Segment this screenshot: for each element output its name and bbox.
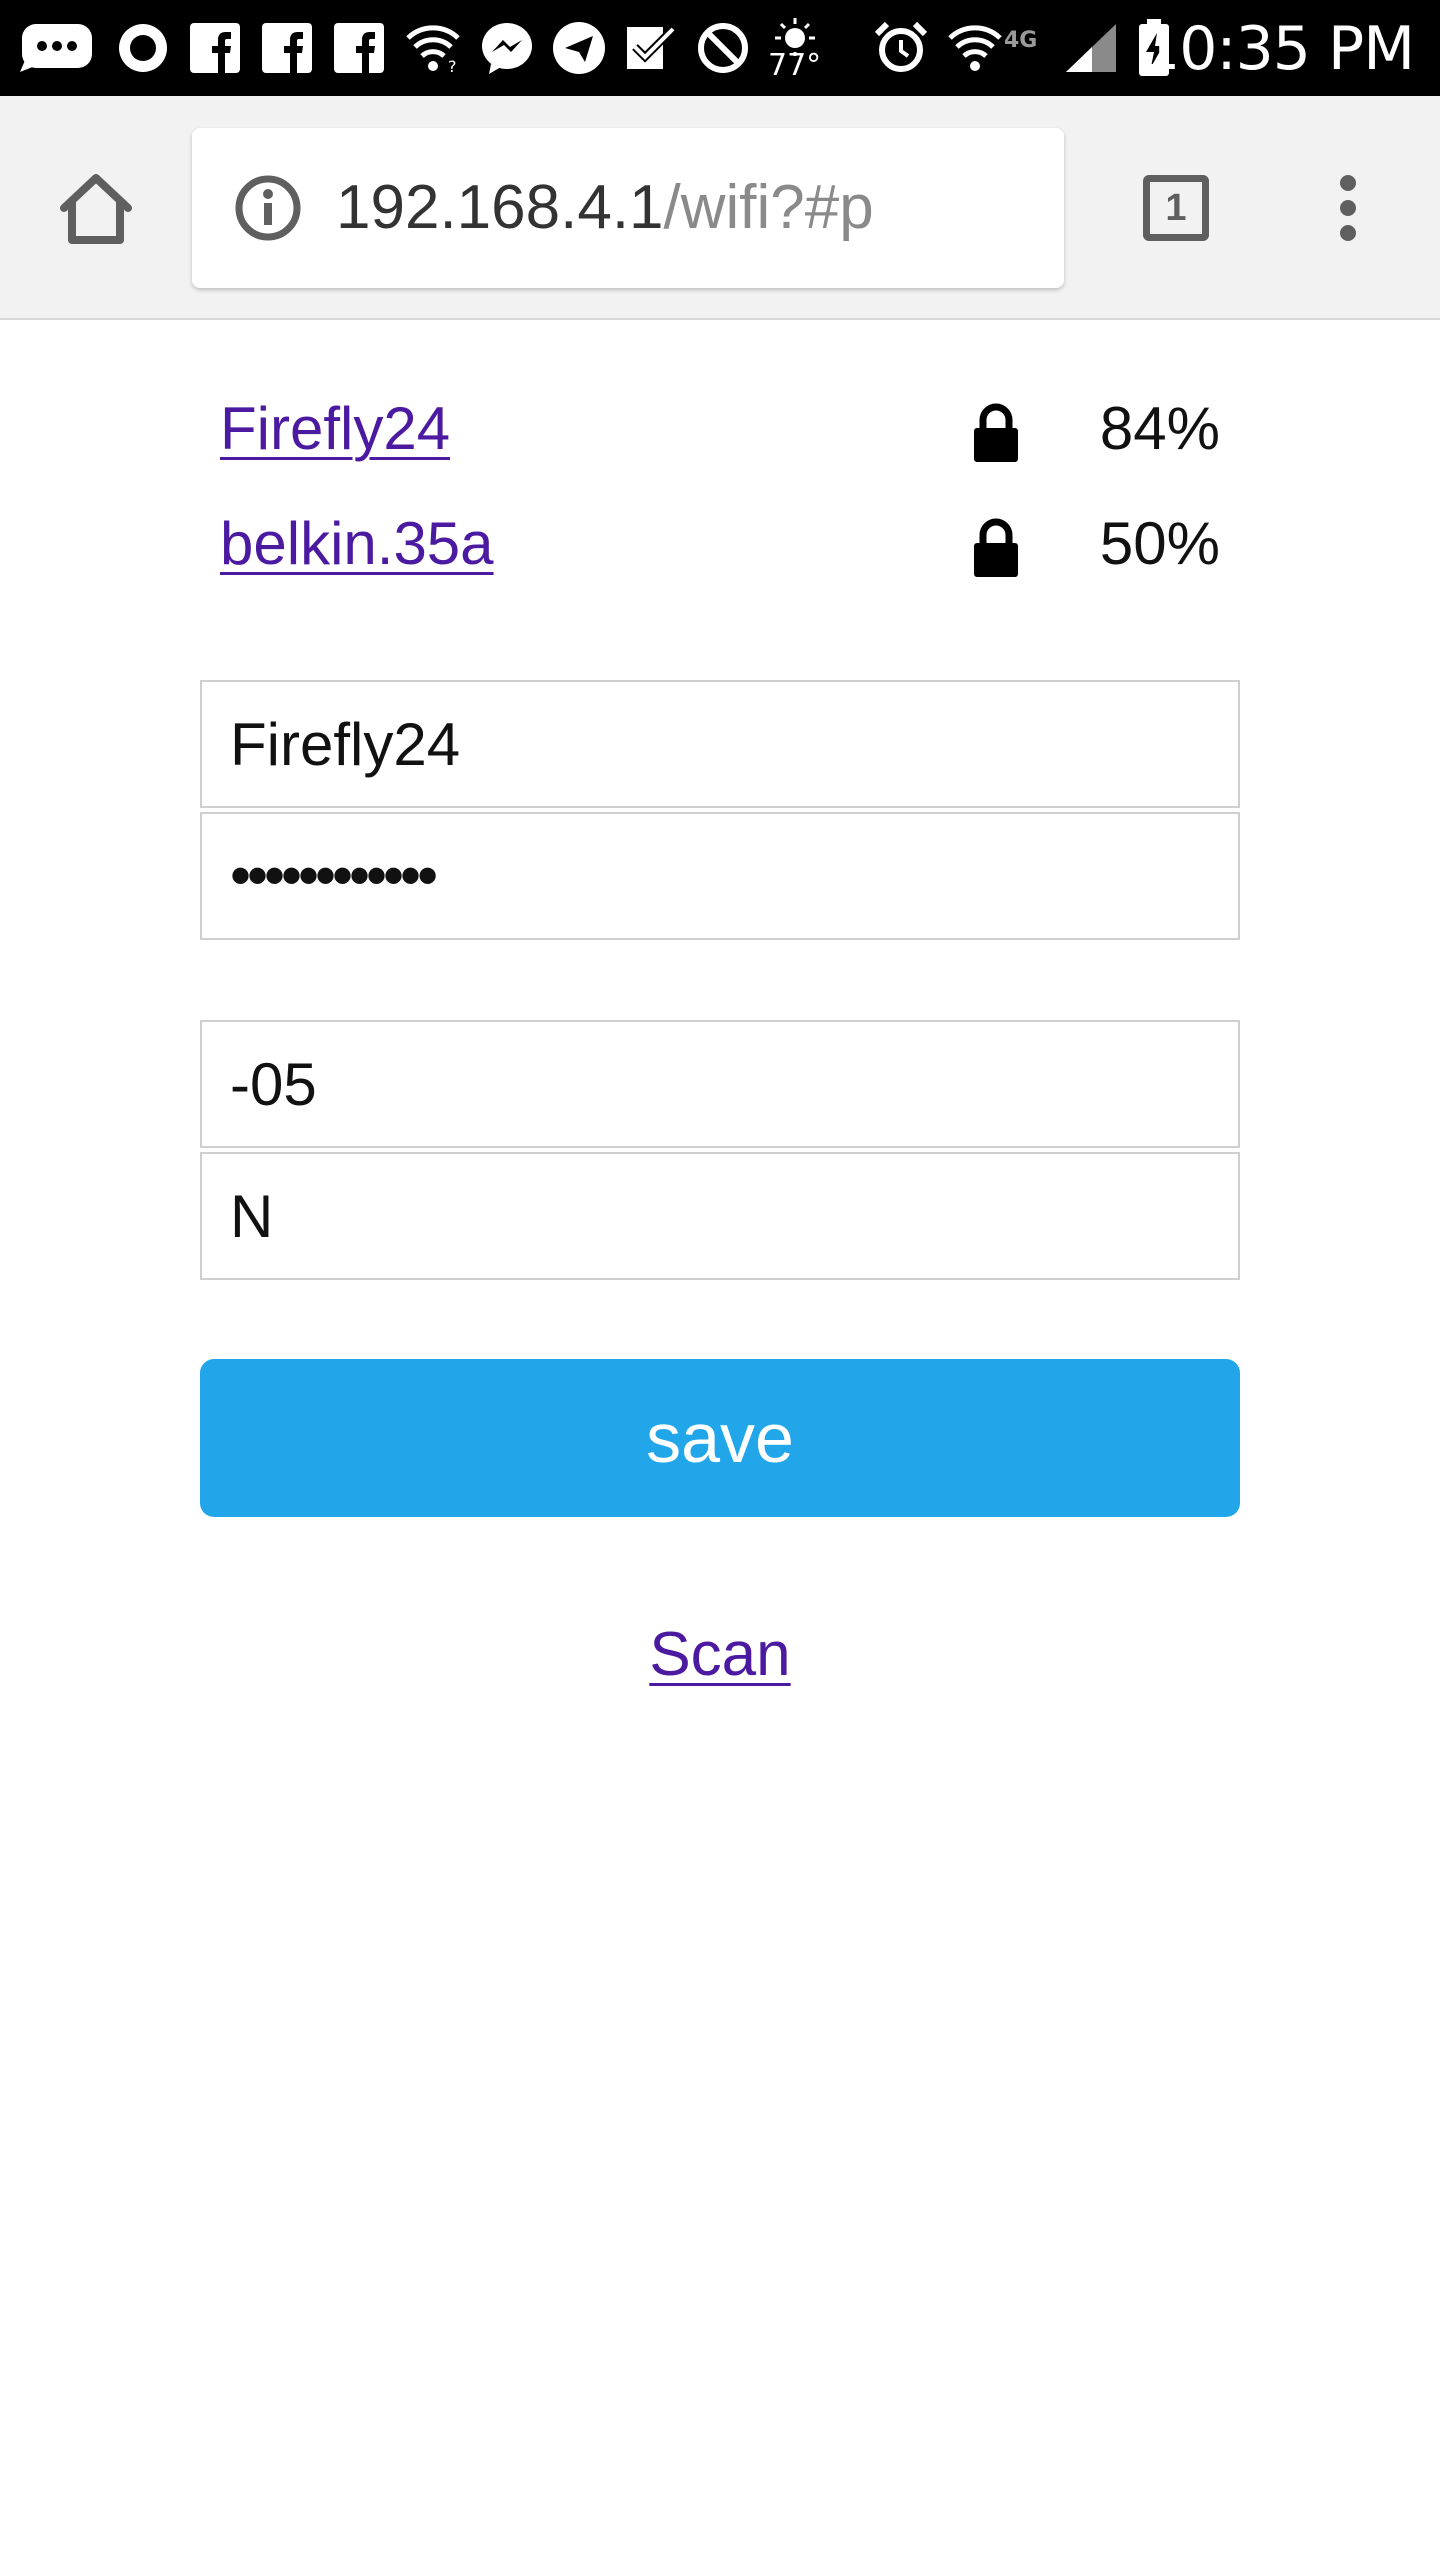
lock-icon bbox=[974, 403, 1018, 462]
password-field[interactable]: •••••••••••• bbox=[200, 812, 1240, 940]
checkmark-icon bbox=[618, 18, 684, 78]
wifi-icon bbox=[944, 18, 1006, 78]
url-text[interactable]: 192.168.4.1/wifi?#p bbox=[336, 168, 874, 248]
facebook-icon bbox=[184, 18, 246, 78]
block-icon bbox=[690, 18, 756, 78]
info-icon[interactable] bbox=[234, 174, 302, 242]
ssid-input[interactable] bbox=[202, 682, 1238, 806]
home-icon bbox=[60, 174, 132, 244]
tab-switcher-button[interactable]: 1 bbox=[1126, 158, 1226, 258]
status-time: 10:35 PM bbox=[1142, 14, 1415, 84]
alarm-icon bbox=[868, 18, 934, 78]
wifi-question-icon: ? bbox=[400, 18, 466, 78]
messenger-icon bbox=[474, 18, 540, 78]
weather-temperature: 77° bbox=[768, 48, 822, 83]
chat-bubble-icon bbox=[16, 18, 96, 78]
home-button[interactable] bbox=[46, 158, 146, 258]
tab-count: 1 bbox=[1143, 175, 1209, 241]
scan-link[interactable]: Scan bbox=[649, 1620, 790, 1689]
network-signal: 84% bbox=[1099, 395, 1220, 462]
scan-link-container: Scan bbox=[0, 1615, 1440, 1695]
parameter-field-2[interactable] bbox=[200, 1152, 1240, 1280]
ssid-field[interactable] bbox=[200, 680, 1240, 808]
password-input[interactable]: •••••••••••• bbox=[230, 814, 438, 938]
network-link-firefly24[interactable]: Firefly24 bbox=[220, 389, 450, 469]
more-vert-icon bbox=[1340, 175, 1356, 241]
network-list-item: belkin.35a 50% bbox=[220, 504, 1220, 594]
parameter-input-2[interactable] bbox=[202, 1154, 1238, 1278]
signal-icon bbox=[1060, 18, 1122, 78]
save-button[interactable]: save bbox=[200, 1359, 1240, 1517]
parameter-input-1[interactable] bbox=[202, 1022, 1238, 1146]
url-path: /wifi?#p bbox=[663, 173, 874, 242]
facebook-icon bbox=[256, 18, 318, 78]
url-host: 192.168.4.1 bbox=[336, 173, 664, 242]
address-bar[interactable]: 192.168.4.1/wifi?#p bbox=[192, 128, 1064, 288]
circle-icon bbox=[110, 18, 176, 78]
overflow-menu-button[interactable] bbox=[1298, 158, 1398, 258]
svg-text:?: ? bbox=[448, 57, 457, 74]
parameter-field-1[interactable] bbox=[200, 1020, 1240, 1148]
lock-icon bbox=[974, 518, 1018, 577]
network-list-item: Firefly24 84% bbox=[220, 389, 1220, 479]
network-type: 4G bbox=[1004, 28, 1038, 53]
status-bar: ? 77° 4G 10:35 PM bbox=[0, 0, 1440, 96]
network-link-belkin[interactable]: belkin.35a bbox=[220, 504, 494, 584]
facebook-icon bbox=[328, 18, 390, 78]
browser-toolbar: 192.168.4.1/wifi?#p 1 bbox=[0, 96, 1440, 320]
send-icon bbox=[546, 18, 612, 78]
network-signal: 50% bbox=[1099, 510, 1220, 577]
